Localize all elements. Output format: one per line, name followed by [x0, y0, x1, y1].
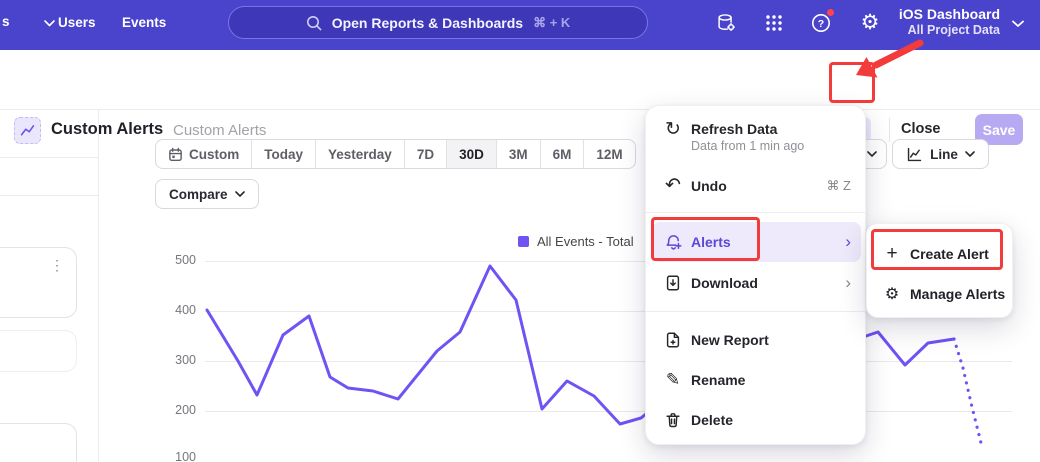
- menu-item-label: Rename: [691, 372, 745, 388]
- y-axis-tick: 400: [170, 303, 196, 317]
- range-7d[interactable]: 7D: [405, 140, 447, 168]
- manage-gear-icon: ⚙: [882, 284, 902, 304]
- y-axis-tick: 200: [170, 403, 196, 417]
- project-title: iOS Dashboard: [840, 5, 1000, 23]
- sidebar-card[interactable]: [0, 330, 77, 372]
- header-separator: [889, 118, 890, 142]
- menu-item-rename[interactable]: ✎ Rename: [646, 360, 867, 400]
- y-axis-tick: 300: [170, 353, 196, 367]
- sidebar-row-divider: [0, 195, 98, 196]
- y-axis-tick: 100: [170, 450, 196, 462]
- search-shortcut: ⌘ + K: [533, 15, 570, 31]
- plus-icon: +: [882, 243, 902, 265]
- range-3m[interactable]: 3M: [497, 140, 541, 168]
- kebab-menu-icon[interactable]: ⋮: [50, 258, 64, 272]
- download-icon: [663, 274, 683, 292]
- notification-dot: [826, 8, 835, 17]
- menu-item-alerts[interactable]: Alerts ›: [646, 222, 867, 262]
- menu-item-label: Delete: [691, 412, 733, 428]
- chevron-down-icon: [44, 20, 55, 27]
- chart-line-dashed: [954, 339, 982, 447]
- menu-item-new-report[interactable]: New Report: [646, 320, 867, 360]
- nav-item-fragment[interactable]: s: [2, 14, 10, 29]
- sidebar-row-divider: [0, 157, 98, 158]
- date-range-control: Custom Today Yesterday 7D 30D 3M 6M 12M: [155, 139, 636, 169]
- more-dropdown-menu: ↻ Refresh Data Data from 1 min ago ↶ Und…: [645, 105, 866, 445]
- gridline: [205, 411, 1012, 412]
- legend-label: All Events - Total: [537, 234, 634, 249]
- menu-divider: [646, 212, 867, 213]
- app-root: s Users Events Open Reports & Dashboards…: [0, 0, 1040, 462]
- range-today[interactable]: Today: [252, 140, 316, 168]
- range-label: Custom: [189, 147, 239, 162]
- refresh-status-text: Data from 1 min ago: [691, 139, 804, 153]
- new-report-icon: [663, 331, 683, 349]
- compare-label: Compare: [169, 187, 228, 202]
- breadcrumb: Custom Alerts: [173, 122, 266, 139]
- legend-swatch: [518, 236, 529, 247]
- submenu-item-create-alert[interactable]: + Create Alert: [867, 234, 1014, 274]
- project-subtitle: All Project Data: [840, 23, 1000, 38]
- range-12m[interactable]: 12M: [584, 140, 634, 168]
- menu-item-label: New Report: [691, 332, 769, 348]
- nav-item-events[interactable]: Events: [122, 15, 166, 30]
- nav-item-users[interactable]: Users: [58, 15, 96, 30]
- sidebar-card[interactable]: [0, 423, 77, 462]
- gridline: [205, 361, 1012, 362]
- alerts-submenu: + Create Alert ⚙ Manage Alerts: [866, 223, 1013, 318]
- menu-item-label: Download: [691, 275, 758, 291]
- submenu-arrow-icon: ›: [845, 235, 851, 249]
- y-axis-tick: 500: [170, 253, 196, 267]
- page-title: Custom Alerts: [51, 120, 163, 139]
- menu-item-label: Undo: [691, 178, 727, 194]
- range-30d[interactable]: 30D: [447, 140, 497, 168]
- sidebar-divider: [98, 110, 99, 462]
- project-chevron-down-icon: [1012, 20, 1024, 28]
- apps-grid-icon[interactable]: [761, 10, 787, 36]
- close-button[interactable]: Close: [901, 121, 941, 137]
- project-switcher[interactable]: iOS Dashboard All Project Data: [840, 5, 1000, 38]
- top-navbar: s Users Events Open Reports & Dashboards…: [0, 0, 1040, 50]
- submenu-item-label: Create Alert: [910, 246, 989, 262]
- svg-text:?: ?: [818, 18, 824, 30]
- submenu-arrow-icon: ›: [845, 276, 851, 290]
- report-header: Custom Alerts Custom Alerts GV Duplicate…: [0, 50, 1040, 109]
- sidebar-card[interactable]: ⋮: [0, 247, 77, 318]
- chart-type-button[interactable]: Line: [892, 139, 989, 169]
- submenu-item-label: Manage Alerts: [910, 286, 1005, 302]
- menu-item-label: Refresh Data: [691, 121, 777, 137]
- help-icon[interactable]: ?: [808, 10, 834, 36]
- compare-button[interactable]: Compare: [155, 179, 259, 209]
- submenu-item-manage-alerts[interactable]: ⚙ Manage Alerts: [867, 274, 1014, 314]
- chart-type-label: Line: [930, 147, 958, 162]
- menu-item-undo[interactable]: ↶ Undo ⌘ Z: [646, 166, 867, 206]
- bell-plus-icon: [663, 233, 683, 252]
- menu-item-delete[interactable]: Delete: [646, 400, 867, 440]
- chart-legend[interactable]: All Events - Total: [518, 234, 634, 249]
- search-input[interactable]: Open Reports & Dashboards ⌘ + K: [228, 6, 648, 39]
- undo-shortcut: ⌘ Z: [826, 178, 851, 194]
- menu-item-download[interactable]: Download ›: [646, 263, 867, 303]
- menu-divider: [646, 311, 867, 312]
- undo-icon: ↶: [663, 178, 683, 194]
- header-divider: [0, 109, 1040, 110]
- range-custom[interactable]: Custom: [156, 140, 252, 168]
- report-type-icon: [14, 117, 41, 144]
- rename-pencil-icon: ✎: [663, 370, 683, 390]
- data-management-icon[interactable]: [713, 10, 739, 36]
- range-6m[interactable]: 6M: [541, 140, 585, 168]
- range-yesterday[interactable]: Yesterday: [316, 140, 405, 168]
- refresh-icon: ↻: [663, 121, 683, 139]
- search-placeholder: Open Reports & Dashboards: [332, 15, 523, 31]
- menu-item-label: Alerts: [691, 234, 731, 250]
- trash-icon: [663, 411, 683, 429]
- search-icon: [306, 15, 322, 31]
